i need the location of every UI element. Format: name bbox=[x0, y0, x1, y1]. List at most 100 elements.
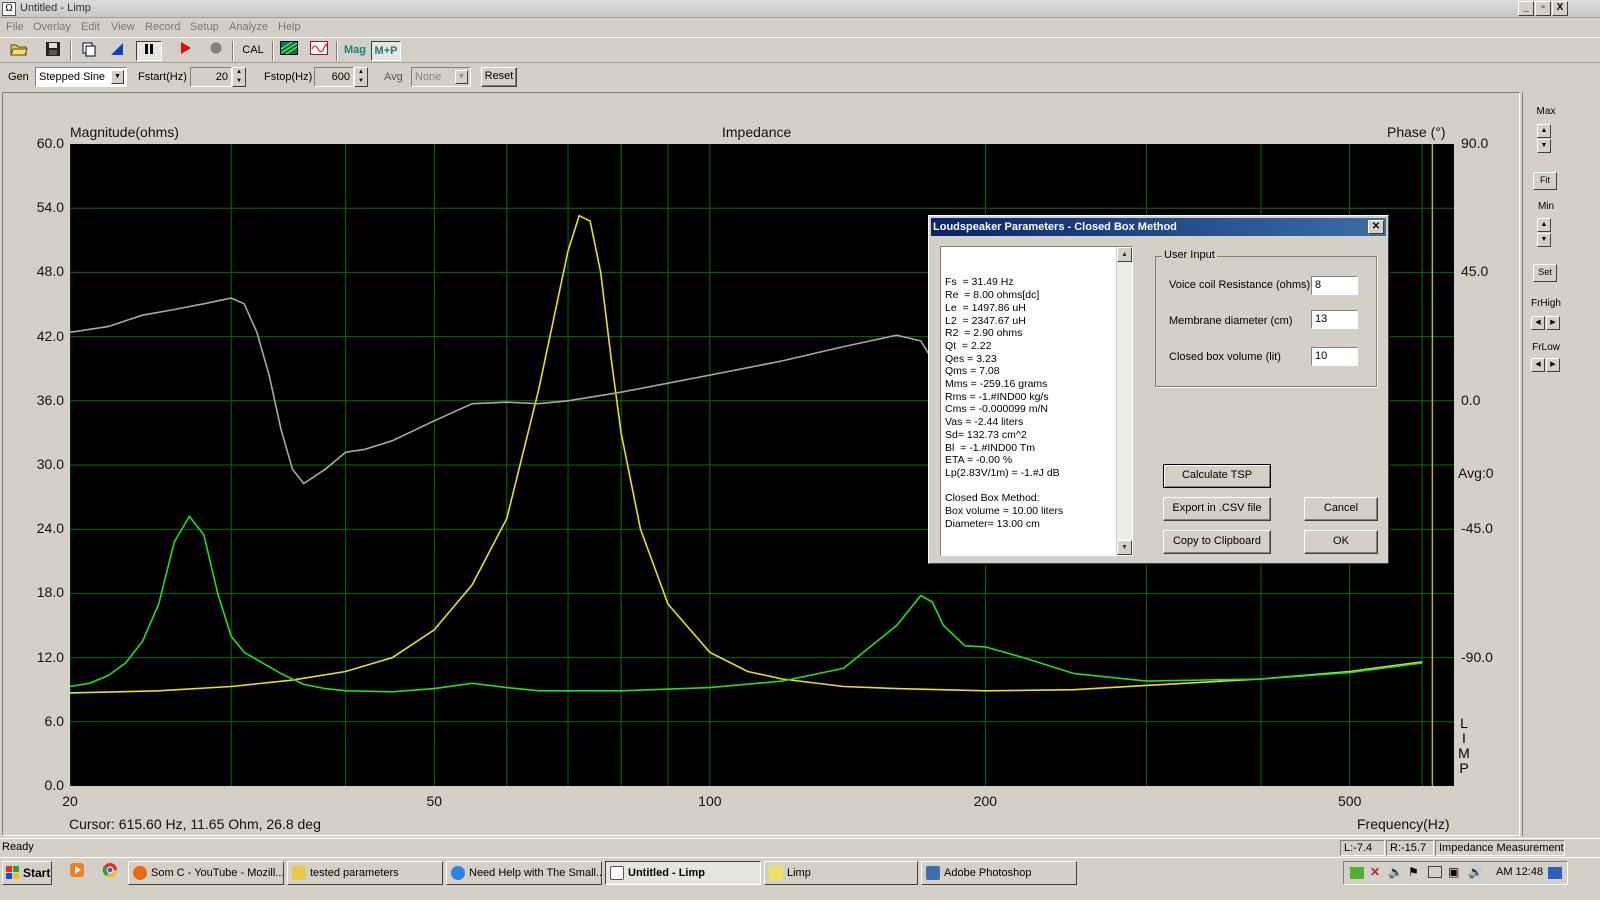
phase-tick-label: -90.0 bbox=[1461, 648, 1493, 665]
reset-button[interactable]: Reset bbox=[481, 67, 517, 87]
export-csv-button[interactable]: Export in .CSV file bbox=[1163, 497, 1271, 521]
result-line: Bl = -1.#IND00 Tm bbox=[945, 441, 1035, 454]
logo-letter: P bbox=[1459, 760, 1469, 776]
menu-overlay[interactable]: Overlay bbox=[33, 21, 71, 33]
scroll-up-icon[interactable]: ▲ bbox=[1117, 247, 1132, 262]
fstart-spinner[interactable]: ▲ ▼ bbox=[232, 67, 246, 87]
windows-logo-icon bbox=[6, 866, 19, 879]
flag-icon[interactable]: ⚑ bbox=[1408, 865, 1419, 879]
menu-file[interactable]: File bbox=[6, 21, 24, 33]
fstop-spinner[interactable]: ▲ ▼ bbox=[354, 67, 368, 87]
task-limp-active[interactable]: Untitled - Limp bbox=[605, 861, 761, 885]
generator-bar: Gen Stepped Sine ▼ Fstart(Hz) 20 ▲ ▼ Fsto… bbox=[0, 64, 1600, 90]
result-line: Diameter= 13.00 cm bbox=[945, 517, 1040, 530]
toolbar-separator bbox=[272, 41, 274, 61]
magnitude-axis-title: Magnitude(ohms) bbox=[70, 124, 179, 140]
fstop-input[interactable]: 600 bbox=[314, 67, 354, 87]
voice-coil-input[interactable]: 8 bbox=[1311, 276, 1358, 295]
frhigh-left-button[interactable]: ◀ bbox=[1531, 316, 1545, 330]
fstart-input[interactable]: 20 bbox=[190, 67, 232, 87]
waveform-icon[interactable] bbox=[308, 41, 330, 61]
limp-logo: L I M P bbox=[1458, 716, 1470, 776]
folder-icon bbox=[292, 866, 306, 880]
membrane-diameter-input[interactable]: 13 bbox=[1311, 310, 1358, 329]
min-up-button[interactable]: ▲ bbox=[1537, 218, 1551, 232]
ok-button[interactable]: OK bbox=[1304, 530, 1378, 554]
min-down-button[interactable]: ▼ bbox=[1537, 233, 1551, 247]
scroll-down-icon[interactable]: ▼ bbox=[1117, 540, 1132, 555]
desktop-icon[interactable] bbox=[1548, 867, 1562, 879]
toolbar-separator bbox=[336, 41, 338, 61]
menu-record[interactable]: Record bbox=[145, 21, 180, 33]
close-button[interactable]: X bbox=[1552, 1, 1568, 16]
pause-icon[interactable] bbox=[136, 41, 162, 61]
app-icon[interactable]: Ω bbox=[2, 2, 16, 16]
fstart-label: Fstart(Hz) bbox=[138, 71, 187, 83]
dialog-close-button[interactable]: ✕ bbox=[1368, 220, 1384, 234]
chevron-down-icon[interactable]: ▼ bbox=[111, 70, 124, 84]
status-text: Ready bbox=[2, 841, 34, 853]
magnitude-tick-label: 12.0 bbox=[36, 648, 64, 665]
task-limp-help[interactable]: Limp bbox=[764, 861, 918, 885]
save-icon[interactable] bbox=[42, 41, 64, 61]
dialog-title: Loudspeaker Parameters - Closed Box Meth… bbox=[931, 218, 1386, 236]
marker-icon[interactable] bbox=[106, 41, 128, 61]
magnitude-tick-label: 48.0 bbox=[36, 263, 64, 280]
menu-analyze[interactable]: Analyze bbox=[229, 21, 268, 33]
volume-icon[interactable]: 🔊 bbox=[1468, 865, 1483, 879]
fit-button[interactable]: Fit bbox=[1533, 172, 1557, 190]
frlow-right-button[interactable]: ▶ bbox=[1546, 358, 1560, 372]
logo-letter: M bbox=[1458, 745, 1470, 761]
menu-help[interactable]: Help bbox=[278, 21, 301, 33]
frhigh-right-button[interactable]: ▶ bbox=[1546, 316, 1560, 330]
cancel-button[interactable]: Cancel bbox=[1304, 497, 1378, 521]
result-line: Sd= 132.73 cm^2 bbox=[945, 428, 1027, 441]
display-icon[interactable]: ▣ bbox=[1448, 865, 1459, 879]
menu-view[interactable]: View bbox=[111, 21, 135, 33]
max-down-button[interactable]: ▼ bbox=[1537, 139, 1551, 153]
menu-edit[interactable]: Edit bbox=[81, 21, 100, 33]
phase-tick-label: 0.0 bbox=[1461, 391, 1481, 408]
mag-phase-button[interactable]: M+P bbox=[371, 41, 401, 61]
copy-clipboard-button[interactable]: Copy to Clipboard bbox=[1163, 530, 1271, 554]
results-textbox[interactable]: Fs = 31.49 Hz Re = 8.00 ohms[dc] Le = 1497… bbox=[940, 246, 1133, 556]
network-icon[interactable]: ✕ bbox=[1370, 865, 1380, 879]
open-folder-icon[interactable] bbox=[8, 41, 30, 61]
avg-select[interactable]: None ▼ bbox=[411, 67, 471, 87]
device-icon[interactable] bbox=[1428, 866, 1442, 878]
box-volume-input[interactable]: 10 bbox=[1311, 347, 1358, 366]
task-folder[interactable]: tested parameters bbox=[287, 861, 443, 885]
result-line: Mms = -259.16 grams bbox=[945, 378, 1048, 391]
cal-button[interactable]: CAL bbox=[238, 41, 268, 61]
task-label: Untitled - Limp bbox=[628, 867, 705, 879]
user-input-group: User Input Voice coil Resistance (ohms) … bbox=[1155, 249, 1377, 387]
menu-setup[interactable]: Setup bbox=[190, 21, 219, 33]
generator-select[interactable]: Stepped Sine ▼ bbox=[35, 67, 127, 87]
play-icon[interactable] bbox=[174, 41, 196, 61]
task-photoshop[interactable]: Adobe Photoshop bbox=[921, 861, 1077, 885]
calculate-tsp-button[interactable]: Calculate TSP bbox=[1163, 464, 1271, 488]
task-ie[interactable]: Need Help with The Small... bbox=[446, 861, 602, 885]
minimize-button[interactable]: _ bbox=[1518, 1, 1534, 16]
stop-icon[interactable] bbox=[205, 41, 227, 61]
frlow-left-button[interactable]: ◀ bbox=[1531, 358, 1545, 372]
media-player-icon[interactable] bbox=[66, 862, 88, 882]
chevron-down-icon[interactable]: ▼ bbox=[455, 70, 468, 84]
mag-button[interactable]: Mag bbox=[341, 41, 369, 61]
window-title: Untitled - Limp bbox=[20, 2, 91, 14]
max-up-button[interactable]: ▲ bbox=[1537, 124, 1551, 138]
taskbar: Start Som C - YouTube - Mozill... tested… bbox=[0, 857, 1600, 900]
set-button[interactable]: Set bbox=[1533, 264, 1557, 282]
results-lines: Fs = 31.49 Hz Re = 8.00 ohms[dc] Le = 1497… bbox=[945, 276, 1128, 530]
speaker-icon[interactable]: 🔈 bbox=[1388, 865, 1403, 879]
results-scrollbar[interactable]: ▲ ▼ bbox=[1116, 247, 1132, 555]
scale-panel: Max ▲ ▼ Fit Min ▲ ▼ Set FrHigh ◀ ▶ FrLow… bbox=[1522, 92, 1568, 836]
sweep-icon[interactable] bbox=[278, 41, 300, 61]
task-firefox[interactable]: Som C - YouTube - Mozill... bbox=[128, 861, 284, 885]
start-button[interactable]: Start bbox=[2, 861, 52, 885]
logo-letter: L bbox=[1460, 715, 1468, 731]
nvidia-icon[interactable] bbox=[1350, 867, 1364, 879]
maximize-button[interactable]: ▫ bbox=[1535, 1, 1551, 16]
chrome-icon[interactable] bbox=[99, 862, 121, 882]
copy-icon[interactable] bbox=[78, 41, 100, 61]
